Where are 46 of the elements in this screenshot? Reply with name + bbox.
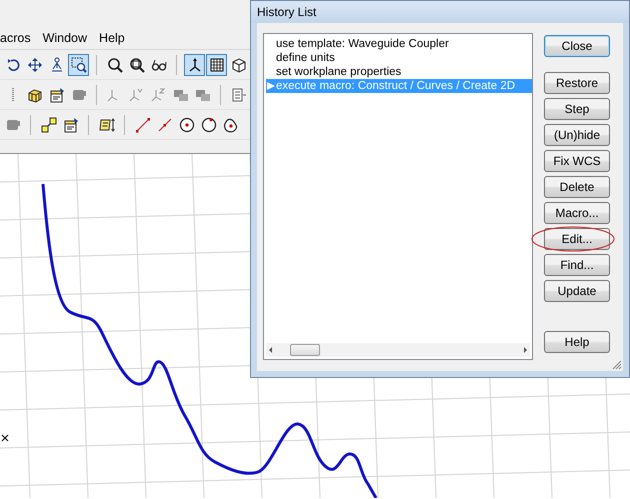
line-icon	[134, 116, 150, 132]
menu-item[interactable]: acros	[0, 31, 31, 45]
cube-icon	[230, 56, 246, 72]
pan-icon	[26, 56, 42, 72]
dialog-button[interactable]: Delete	[544, 176, 610, 198]
cube-icon	[26, 86, 42, 102]
properties-icon	[48, 86, 64, 102]
properties-icon	[62, 116, 78, 132]
cross-icon	[2, 434, 8, 442]
dialog-button[interactable]: (Un)hide	[544, 124, 610, 146]
dialog-button[interactable]: Macro...	[544, 202, 610, 224]
dialog-button[interactable]: Close	[544, 35, 610, 57]
dialog-button[interactable]: Help	[544, 331, 610, 353]
axis-icon	[150, 86, 166, 102]
toolbar-button[interactable]	[184, 54, 205, 76]
menu-item[interactable]: Window	[42, 31, 88, 45]
axis-icon	[128, 86, 144, 102]
list-item[interactable]: use template: Waveguide Coupler	[266, 37, 532, 51]
dialog-button[interactable]: Edit...	[544, 228, 610, 250]
list-item[interactable]: set workplane properties	[266, 65, 532, 79]
zoom-fit-icon	[128, 56, 144, 72]
zoom-window-icon	[70, 56, 86, 72]
document-icon	[230, 86, 246, 102]
line-icon	[156, 116, 172, 132]
connected-squares-icon	[40, 116, 56, 132]
dialog-button[interactable]: Restore	[544, 72, 610, 94]
menu-item[interactable]: Help	[99, 31, 125, 45]
toolbar-button[interactable]	[206, 54, 227, 76]
history-list[interactable]: use template: Waveguide Coupler define units set workplane properties execute macro: Construct / Curves / Create 2D	[263, 33, 533, 360]
resize-grip-icon[interactable]	[612, 360, 622, 370]
toolbar-button[interactable]	[68, 54, 89, 76]
list-item[interactable]: define units	[266, 51, 532, 65]
horizontal-scrollbar[interactable]	[266, 343, 530, 357]
dialog-button[interactable]: Find...	[544, 254, 610, 276]
scroll-icon	[98, 116, 114, 132]
circle-icon	[200, 116, 216, 132]
search-icon	[106, 56, 122, 72]
grid-icon	[208, 56, 224, 72]
scrollbar-thumb[interactable]	[290, 344, 320, 356]
dialog-button[interactable]: Update	[544, 280, 610, 302]
circle-icon	[178, 116, 194, 132]
dialog-button[interactable]: Step	[544, 98, 610, 120]
current-step-icon	[266, 81, 276, 91]
window-title: History List	[251, 1, 629, 23]
curve-shape-icon	[222, 116, 238, 132]
dialog-button[interactable]: Fix WCS	[544, 150, 610, 172]
